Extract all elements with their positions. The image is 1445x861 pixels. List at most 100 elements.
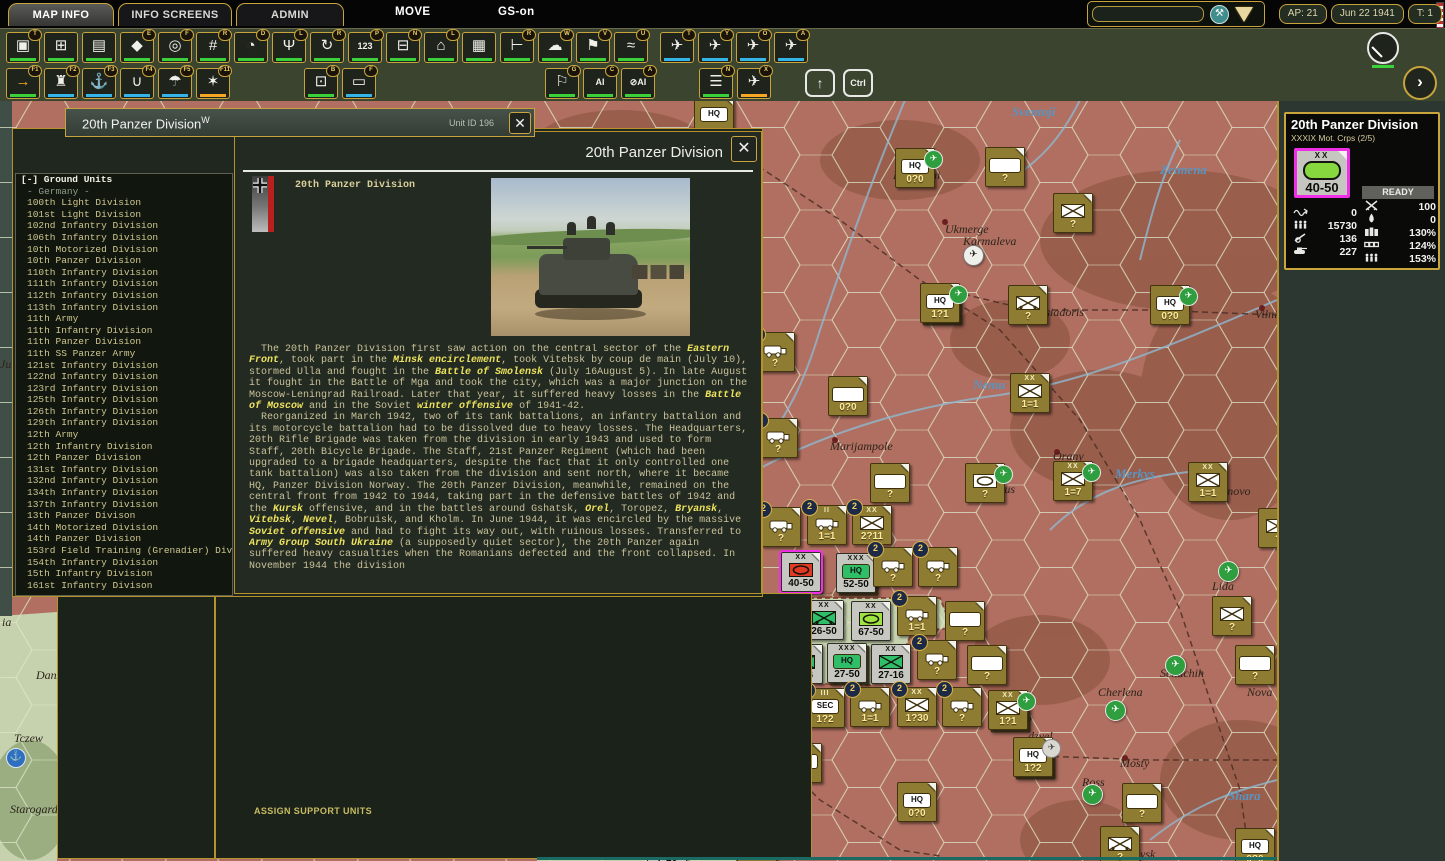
combat-mode-button[interactable]: ✶F11 (196, 68, 230, 99)
soviet-unit-counter[interactable]: 0?0 (828, 376, 868, 416)
unit-list-item[interactable]: 12th Infantry Division (16, 441, 232, 453)
unit-list-item[interactable]: 126th Infantry Division (16, 406, 232, 418)
weather-button[interactable]: ☁W (538, 32, 572, 63)
tab-admin[interactable]: ADMIN (236, 3, 344, 26)
history-link[interactable]: Army Group South Ukraine (249, 538, 393, 549)
unit-list-item[interactable]: 129th Infantry Division (16, 417, 232, 429)
unit-list-item[interactable]: 106th Infantry Division (16, 232, 232, 244)
soviet-unit-counter[interactable]: HQ0?0✈ (1150, 285, 1190, 325)
unit-list-item[interactable]: 11th Panzer Division (16, 336, 232, 348)
unit-list-item[interactable]: 100th Light Division (16, 197, 232, 209)
history-link[interactable]: Bryansk (675, 504, 717, 515)
soviet-tools-icon[interactable]: ⚒ (1210, 5, 1229, 24)
airbase-icon[interactable]: ✈ (1105, 700, 1126, 721)
ground-attack-button[interactable]: ✈X (737, 68, 771, 99)
unit-list-item[interactable]: 11th Army (16, 313, 232, 325)
history-link[interactable]: Kursk (273, 504, 303, 515)
victory-flag-button[interactable]: ⚑V (576, 32, 610, 63)
soviet-unit-counter[interactable]: 1=12 (897, 596, 937, 636)
soviet-unit-counter[interactable]: XX1?302 (897, 687, 937, 727)
tab-info-screens[interactable]: INFO SCREENS (118, 3, 232, 26)
history-link[interactable]: winter offensive (417, 401, 513, 412)
unit-list-item[interactable]: 14th Motorized Division (16, 522, 232, 534)
unit-list-item[interactable]: 101st Light Division (16, 209, 232, 221)
next-turn-button[interactable]: › (1403, 66, 1437, 100)
soviet-unit-counter[interactable]: ? (1053, 193, 1093, 233)
soviet-unit-counter[interactable]: XX2?112 (852, 505, 892, 545)
unit-list-item[interactable]: 153rd Field Training (Grenadier) Divisio… (16, 545, 232, 557)
commanders-report-button[interactable]: ☰N (699, 68, 733, 99)
soviet-unit-counter[interactable]: ? (985, 147, 1025, 187)
shift-key-button[interactable]: ↑ (805, 69, 835, 97)
rail-damage-button[interactable]: #R (196, 32, 230, 63)
signpost-button[interactable]: ⊢R (500, 32, 534, 63)
add-screen-button[interactable]: ⊞ (44, 32, 78, 63)
soviet-unit-counter[interactable]: XX1?1✈ (988, 690, 1028, 730)
unit-list-item[interactable]: 161st Infantry Divison (16, 580, 232, 592)
axis-unit-counter[interactable]: XX67-50 (851, 601, 891, 641)
air-auto-button[interactable]: ✈A (774, 32, 808, 63)
soviet-unit-counter[interactable]: ? (870, 463, 910, 503)
menu-item-move[interactable]: MOVE (395, 6, 430, 18)
unit-list-item[interactable]: 123rd Infantry Division (16, 383, 232, 395)
history-link[interactable]: Orel (585, 504, 609, 515)
ai-off-button[interactable]: ⊘AIA (621, 68, 655, 99)
soviet-unit-counter[interactable]: ?✈ (965, 463, 1005, 503)
unit-list-item[interactable]: 121st Infantry Division (16, 360, 232, 372)
unit-list-item[interactable]: 13th Panzer Divison (16, 510, 232, 522)
stack-display-button[interactable]: ⊡B (304, 68, 338, 99)
factory-locations-button[interactable]: ◎F (158, 32, 192, 63)
airbase-icon[interactable]: ✈ (1082, 784, 1103, 805)
soviet-unit-counter[interactable]: ? (1258, 508, 1277, 548)
move-mode-button[interactable]: →F1 (6, 68, 40, 99)
city-production-button[interactable]: ▦ (462, 32, 496, 63)
history-link[interactable]: Vitebsk (249, 515, 291, 526)
amphibious-mode-button[interactable]: ∪F4 (120, 68, 154, 99)
show-values-button[interactable]: 123P (348, 32, 382, 63)
rail-move-mode-button[interactable]: ♜F2 (44, 68, 78, 99)
soviet-unit-counter[interactable]: ?2 (942, 687, 982, 727)
window-toggle-button[interactable]: ▣T (6, 32, 40, 63)
unit-counters-button[interactable]: ⊟N (386, 32, 420, 63)
assign-support-units-label[interactable]: ASSIGN SUPPORT UNITS (254, 806, 372, 816)
soviet-unit-counter[interactable]: XX1=7✈ (1053, 461, 1093, 501)
unit-list-item[interactable]: 111th Infantry Division (16, 278, 232, 290)
selected-unit-box[interactable]: 20th Panzer Division XXXIX Mot. Crps (2/… (1284, 112, 1440, 270)
soviet-unit-counter[interactable]: ?2 (918, 547, 958, 587)
supply-overlay-button[interactable]: ≈U (614, 32, 648, 63)
airbase-icon[interactable]: ✈ (1165, 655, 1186, 676)
unit-list-item[interactable]: 122nd Infantry Division (16, 371, 232, 383)
unit-list-item[interactable]: 102nd Infantry Division (16, 220, 232, 232)
remove-screen-button[interactable]: ▤ (82, 32, 116, 63)
axis-triangle-icon[interactable] (1235, 7, 1253, 22)
history-link[interactable]: Battle of Smolensk (435, 367, 543, 378)
history-link[interactable]: Soviet offensive (249, 527, 345, 538)
unit-list-item[interactable]: 125th Infantry Division (16, 394, 232, 406)
unit-list-item[interactable]: 11th Infantry Division (16, 325, 232, 337)
unit-list-item[interactable]: 113th Infantry Division (16, 302, 232, 314)
counter-display-button[interactable]: ▭F (342, 68, 376, 99)
list-header[interactable]: [-] Ground Units (16, 174, 232, 186)
unit-list-item[interactable]: 12th Army (16, 429, 232, 441)
soviet-unit-counter[interactable]: 1=12 (850, 687, 890, 727)
ground-units-list[interactable]: [-] Ground Units- Germany -100th Light D… (15, 173, 233, 596)
unit-list-item[interactable]: 15th Infantry Division (16, 568, 232, 580)
soviet-unit-counter[interactable]: ? (1122, 783, 1162, 823)
soviet-unit-counter[interactable]: XX1=1 (1010, 373, 1050, 413)
soviet-unit-counter[interactable]: ? (945, 601, 985, 641)
menu-item-gs-on[interactable]: GS-on (498, 6, 535, 18)
unit-list-item[interactable]: 132nd Infantry Division (16, 475, 232, 487)
soviet-unit-counter[interactable]: ? (1008, 285, 1048, 325)
ctrl-key-button[interactable]: Ctrl (843, 69, 873, 97)
axis-unit-counter[interactable]: XX27-16 (871, 644, 911, 684)
axis-unit-counter[interactable]: XX40-50 (781, 552, 821, 592)
air-doctrine-button[interactable]: ΨL (272, 32, 306, 63)
soviet-unit-counter[interactable]: ?2 (917, 640, 957, 680)
airdrop-mode-button[interactable]: ☂F5 (158, 68, 192, 99)
soviet-unit-counter[interactable]: HQ1?1✈ (920, 283, 960, 323)
soviet-unit-counter[interactable]: HQ0?0 (897, 782, 937, 822)
close-icon[interactable]: ✕ (509, 112, 531, 134)
airbase-icon[interactable]: ✈ (963, 245, 984, 266)
hex-info-button[interactable]: ◆E (120, 32, 154, 63)
soviet-unit-counter[interactable]: ? (1212, 596, 1252, 636)
